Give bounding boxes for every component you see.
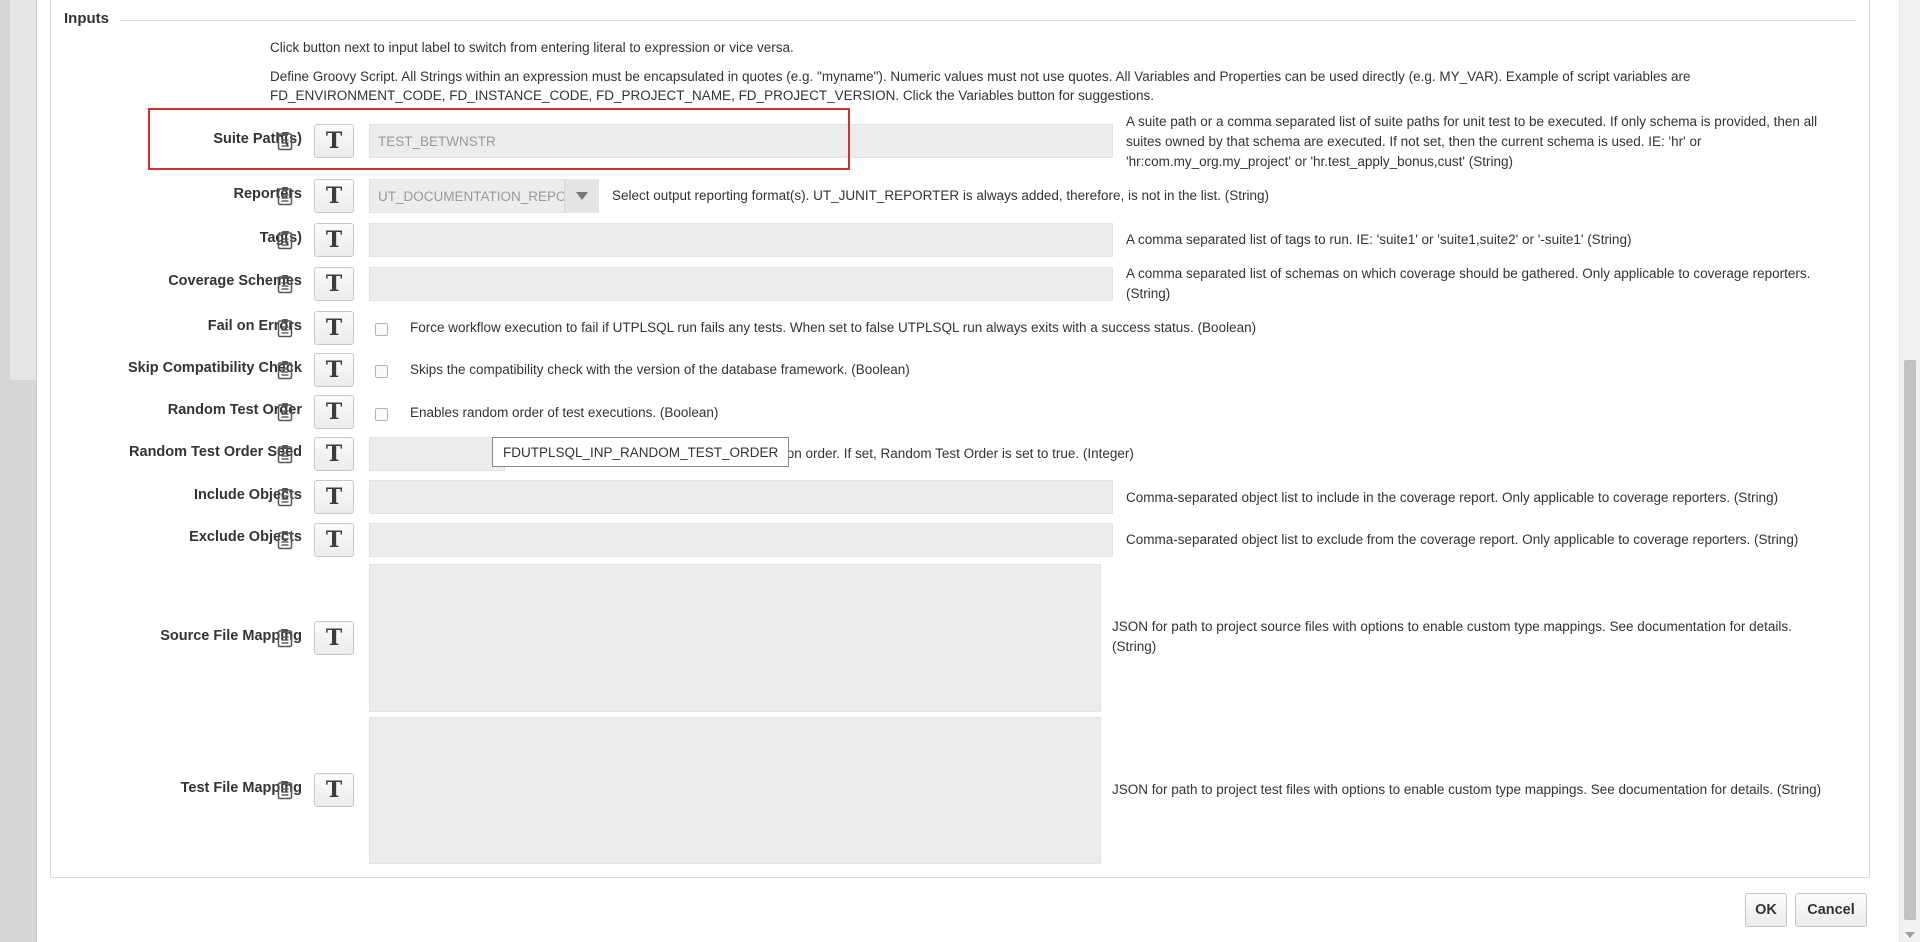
expression-toggle-button[interactable]: T xyxy=(314,267,354,301)
vertical-scrollbar[interactable] xyxy=(1899,0,1920,942)
clipboard-icon[interactable] xyxy=(276,486,294,508)
random-test-order-checkbox[interactable] xyxy=(375,408,388,421)
coverage-schemes-desc-line1: A comma separated list of schemas on whi… xyxy=(1126,266,1811,281)
highlight-box xyxy=(148,108,850,170)
clipboard-icon[interactable] xyxy=(276,359,294,381)
cancel-button[interactable]: Cancel xyxy=(1795,893,1867,927)
skip-compatibility-check-desc: Skips the compatibility check with the v… xyxy=(410,362,910,377)
expression-toggle-button[interactable]: T xyxy=(314,395,354,429)
scrollbar-thumb[interactable] xyxy=(1904,360,1916,920)
chevron-down-icon[interactable] xyxy=(564,179,598,213)
source-file-mapping-desc-line1: JSON for path to project source files wi… xyxy=(1112,619,1792,634)
expression-toggle-button[interactable]: T xyxy=(314,311,354,345)
scroll-down-icon[interactable] xyxy=(1905,932,1915,938)
expression-toggle-button[interactable]: T xyxy=(314,353,354,387)
random-test-order-seed-input[interactable] xyxy=(369,437,505,471)
source-file-mapping-desc-line2: (String) xyxy=(1112,639,1157,654)
include-objects-input[interactable] xyxy=(369,480,1113,514)
clipboard-icon[interactable] xyxy=(276,229,294,251)
suite-paths-desc-line2: suites owned by that schema are executed… xyxy=(1126,134,1702,149)
skip-compatibility-check-checkbox[interactable] xyxy=(375,365,388,378)
toggle-hint: Click button next to input label to swit… xyxy=(270,40,794,55)
fieldset-divider xyxy=(120,20,1856,21)
section-title: Inputs xyxy=(64,10,115,27)
reporters-desc: Select output reporting format(s). UT_JU… xyxy=(612,188,1270,203)
fail-on-errors-desc: Force workflow execution to fail if UTPL… xyxy=(410,320,1257,335)
random-test-order-seed-desc: tion order. If set, Random Test Order is… xyxy=(780,446,1134,461)
source-file-mapping-textarea[interactable] xyxy=(369,564,1101,712)
exclude-objects-input[interactable] xyxy=(369,523,1113,557)
clipboard-icon[interactable] xyxy=(276,779,294,801)
backdrop xyxy=(0,0,36,942)
test-file-mapping-textarea[interactable] xyxy=(369,717,1101,864)
expression-toggle-button[interactable]: T xyxy=(314,621,354,655)
clipboard-icon[interactable] xyxy=(276,443,294,465)
random-test-order-desc: Enables random order of test executions.… xyxy=(410,405,719,420)
clipboard-icon[interactable] xyxy=(276,317,294,339)
coverage-schemes-input[interactable] xyxy=(369,267,1113,301)
clipboard-icon[interactable] xyxy=(276,185,294,207)
test-file-mapping-desc: JSON for path to project test files with… xyxy=(1112,782,1822,797)
ok-button[interactable]: OK xyxy=(1745,893,1787,927)
groovy-hint-line1: Define Groovy Script. All Strings within… xyxy=(270,69,1691,84)
coverage-schemes-desc-line2: (String) xyxy=(1126,286,1171,301)
expression-toggle-button[interactable]: T xyxy=(314,179,354,213)
expression-toggle-button[interactable]: T xyxy=(314,523,354,557)
clipboard-icon[interactable] xyxy=(276,627,294,649)
clipboard-icon[interactable] xyxy=(276,273,294,295)
tags-desc: A comma separated list of tags to run. I… xyxy=(1126,232,1632,247)
exclude-objects-desc: Comma-separated object list to exclude f… xyxy=(1126,532,1799,547)
expression-toggle-button[interactable]: T xyxy=(314,437,354,471)
expression-toggle-button[interactable]: T xyxy=(314,223,354,257)
expression-toggle-button[interactable]: T xyxy=(314,480,354,514)
suite-paths-desc-line1: A suite path or a comma separated list o… xyxy=(1126,114,1818,129)
clipboard-icon[interactable] xyxy=(276,401,294,423)
tooltip: FDUTPLSQL_INP_RANDOM_TEST_ORDER xyxy=(492,437,790,467)
groovy-hint-line2: FD_ENVIRONMENT_CODE, FD_INSTANCE_CODE, F… xyxy=(270,88,1154,103)
clipboard-icon[interactable] xyxy=(276,529,294,551)
fail-on-errors-checkbox[interactable] xyxy=(375,323,388,336)
include-objects-desc: Comma-separated object list to include i… xyxy=(1126,490,1779,505)
suite-paths-desc-line3: 'hr:com.my_org.my_project' or 'hr.test_a… xyxy=(1126,154,1513,169)
tags-input[interactable] xyxy=(369,223,1113,257)
expression-toggle-button[interactable]: T xyxy=(314,773,354,807)
